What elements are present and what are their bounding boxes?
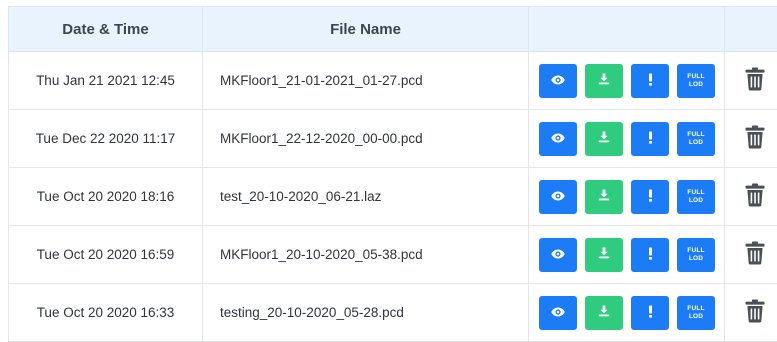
- download-icon: [598, 247, 610, 262]
- full-lod-label-line1: FULL: [687, 247, 704, 255]
- trash-icon: [745, 299, 765, 326]
- full-lod-button[interactable]: FULL LOD: [677, 296, 715, 330]
- row-actions: FULL LOD: [529, 110, 725, 168]
- trash-icon: [745, 125, 765, 152]
- full-lod-label-line2: LOD: [689, 197, 703, 205]
- table-row: Thu Jan 21 2021 12:45 MKFloor1_21-01-202…: [9, 52, 777, 110]
- download-button[interactable]: [585, 64, 623, 98]
- view-button[interactable]: [539, 180, 577, 214]
- trash-icon: [745, 67, 765, 94]
- eye-icon: [551, 131, 565, 146]
- full-lod-label-line2: LOD: [689, 139, 703, 147]
- full-lod-button[interactable]: FULL LOD: [677, 64, 715, 98]
- trash-icon: [745, 183, 765, 210]
- files-table: Date & Time File Name Thu Jan 21 2021 12…: [8, 6, 777, 342]
- full-lod-button[interactable]: FULL LOD: [677, 122, 715, 156]
- info-button[interactable]: [631, 296, 669, 330]
- info-button[interactable]: [631, 238, 669, 272]
- delete-button[interactable]: [745, 299, 765, 326]
- row-actions: FULL LOD: [529, 168, 725, 226]
- table-row: Tue Oct 20 2020 18:16 test_20-10-2020_06…: [9, 168, 777, 226]
- row-filename: test_20-10-2020_06-21.laz: [203, 168, 529, 226]
- full-lod-label-line1: FULL: [687, 131, 704, 139]
- info-button[interactable]: [631, 122, 669, 156]
- eye-icon: [551, 305, 565, 320]
- view-button[interactable]: [539, 122, 577, 156]
- eye-icon: [551, 247, 565, 262]
- exclamation-icon: [648, 247, 653, 263]
- row-filename: MKFloor1_20-10-2020_05-38.pcd: [203, 226, 529, 284]
- full-lod-button[interactable]: FULL LOD: [677, 238, 715, 272]
- table-header-row: Date & Time File Name: [9, 7, 777, 52]
- row-actions: FULL LOD: [529, 284, 725, 342]
- header-delete: [725, 7, 777, 52]
- full-lod-label-line2: LOD: [689, 255, 703, 263]
- delete-button[interactable]: [745, 183, 765, 210]
- row-filename: testing_20-10-2020_05-28.pcd: [203, 284, 529, 342]
- row-delete: [725, 168, 777, 226]
- exclamation-icon: [648, 305, 653, 321]
- row-delete: [725, 226, 777, 284]
- full-lod-label-line1: FULL: [687, 189, 704, 197]
- header-filename[interactable]: File Name: [203, 7, 529, 52]
- header-datetime[interactable]: Date & Time: [9, 7, 203, 52]
- row-actions: FULL LOD: [529, 226, 725, 284]
- eye-icon: [551, 189, 565, 204]
- delete-button[interactable]: [745, 67, 765, 94]
- table-row: Tue Oct 20 2020 16:59 MKFloor1_20-10-202…: [9, 226, 777, 284]
- file-list-panel: Date & Time File Name Thu Jan 21 2021 12…: [0, 0, 777, 340]
- row-delete: [725, 110, 777, 168]
- download-icon: [598, 305, 610, 320]
- full-lod-button[interactable]: FULL LOD: [677, 180, 715, 214]
- download-icon: [598, 131, 610, 146]
- exclamation-icon: [648, 189, 653, 205]
- row-delete: [725, 52, 777, 110]
- delete-button[interactable]: [745, 241, 765, 268]
- download-icon: [598, 189, 610, 204]
- info-button[interactable]: [631, 64, 669, 98]
- delete-button[interactable]: [745, 125, 765, 152]
- full-lod-label-line1: FULL: [687, 305, 704, 313]
- row-datetime: Tue Dec 22 2020 11:17: [9, 110, 203, 168]
- row-filename: MKFloor1_22-12-2020_00-00.pcd: [203, 110, 529, 168]
- table-row: Tue Dec 22 2020 11:17 MKFloor1_22-12-202…: [9, 110, 777, 168]
- exclamation-icon: [648, 131, 653, 147]
- download-icon: [598, 73, 610, 88]
- row-delete: [725, 284, 777, 342]
- full-lod-label-line2: LOD: [689, 81, 703, 89]
- view-button[interactable]: [539, 238, 577, 272]
- row-datetime: Tue Oct 20 2020 16:33: [9, 284, 203, 342]
- view-button[interactable]: [539, 64, 577, 98]
- exclamation-icon: [648, 73, 653, 89]
- full-lod-label-line2: LOD: [689, 313, 703, 321]
- table-row: Tue Oct 20 2020 16:33 testing_20-10-2020…: [9, 284, 777, 342]
- row-actions: FULL LOD: [529, 52, 725, 110]
- download-button[interactable]: [585, 122, 623, 156]
- row-filename: MKFloor1_21-01-2021_01-27.pcd: [203, 52, 529, 110]
- row-datetime: Thu Jan 21 2021 12:45: [9, 52, 203, 110]
- trash-icon: [745, 241, 765, 268]
- row-datetime: Tue Oct 20 2020 18:16: [9, 168, 203, 226]
- info-button[interactable]: [631, 180, 669, 214]
- download-button[interactable]: [585, 238, 623, 272]
- row-datetime: Tue Oct 20 2020 16:59: [9, 226, 203, 284]
- view-button[interactable]: [539, 296, 577, 330]
- download-button[interactable]: [585, 296, 623, 330]
- eye-icon: [551, 73, 565, 88]
- header-actions: [529, 7, 725, 52]
- download-button[interactable]: [585, 180, 623, 214]
- full-lod-label-line1: FULL: [687, 73, 704, 81]
